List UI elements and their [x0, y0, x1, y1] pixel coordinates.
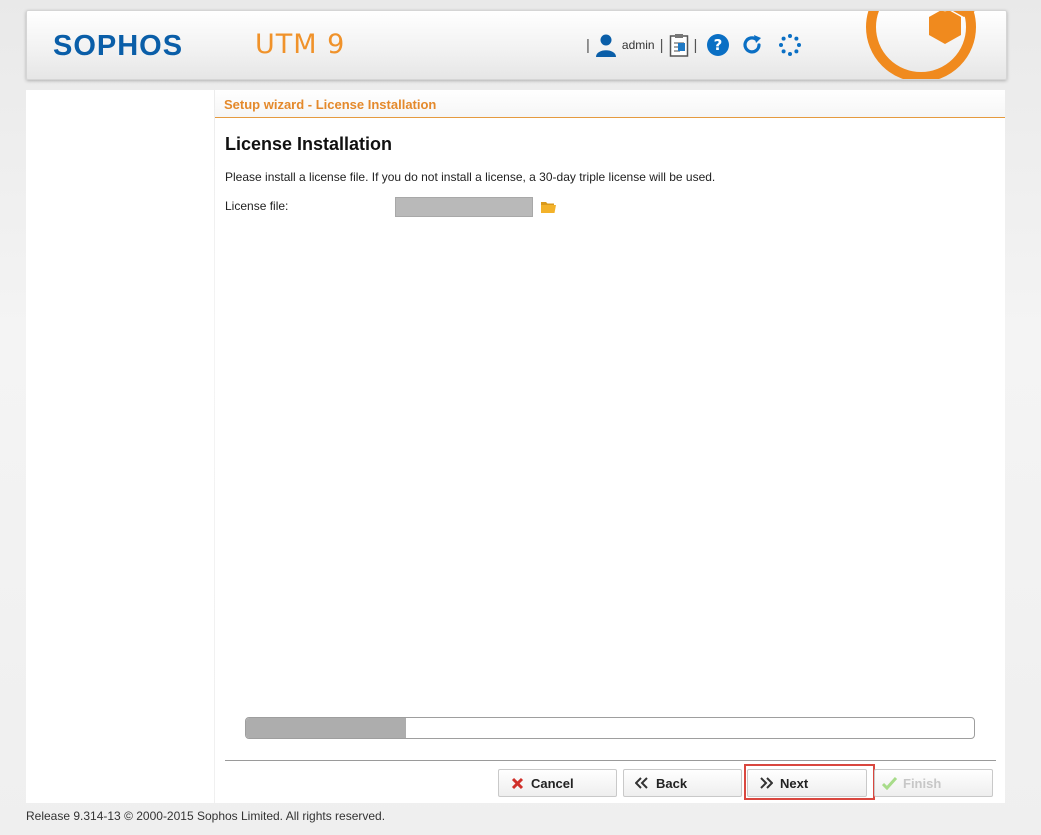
refresh-icon[interactable]	[740, 33, 764, 57]
next-chevron-icon	[758, 777, 774, 789]
wizard-title: Setup wizard - License Installation	[224, 97, 437, 112]
license-file-label: License file:	[225, 199, 289, 213]
divider	[225, 760, 996, 761]
wizard-progress-bar	[245, 717, 975, 739]
folder-icon[interactable]	[540, 200, 557, 214]
wizard-description: Please install a license file. If you do…	[225, 170, 716, 184]
app-header: SOPHOS UTM 9 | admin | | ?	[26, 10, 1007, 80]
help-icon[interactable]: ?	[706, 33, 730, 57]
back-label: Back	[656, 775, 688, 791]
next-button[interactable]: Next	[747, 769, 867, 797]
license-file-input[interactable]	[395, 197, 533, 217]
progress-fill	[246, 718, 407, 738]
cancel-x-icon	[509, 777, 525, 790]
finish-label: Finish	[903, 775, 942, 791]
svg-text:?: ?	[714, 36, 723, 54]
clipboard-icon[interactable]	[669, 33, 689, 57]
cancel-button[interactable]: Cancel	[498, 769, 617, 797]
separator: |	[586, 36, 590, 54]
finish-check-icon	[881, 776, 897, 790]
user-name-link[interactable]: admin	[622, 38, 655, 52]
back-button[interactable]: Back	[623, 769, 742, 797]
separator: |	[659, 36, 664, 54]
user-icon[interactable]	[595, 33, 617, 57]
spinner-icon[interactable]	[778, 33, 802, 57]
header-toolbar: | admin | | ?	[581, 31, 802, 59]
wizard-panel: Setup wizard - License Installation Lice…	[215, 90, 1005, 803]
separator: |	[693, 36, 698, 54]
cancel-label: Cancel	[531, 775, 574, 791]
page-title: License Installation	[225, 134, 393, 154]
sophos-emblem-icon	[866, 11, 976, 79]
sophos-logo: SOPHOS	[53, 30, 184, 62]
sidebar	[26, 90, 214, 803]
product-name: UTM 9	[255, 29, 346, 60]
finish-button[interactable]: Finish	[874, 769, 993, 797]
wizard-titlebar: Setup wizard - License Installation	[215, 90, 1005, 118]
back-chevron-icon	[634, 777, 650, 789]
next-label: Next	[780, 775, 809, 791]
footer-copyright: Release 9.314-13 © 2000-2015 Sophos Limi…	[26, 809, 386, 823]
